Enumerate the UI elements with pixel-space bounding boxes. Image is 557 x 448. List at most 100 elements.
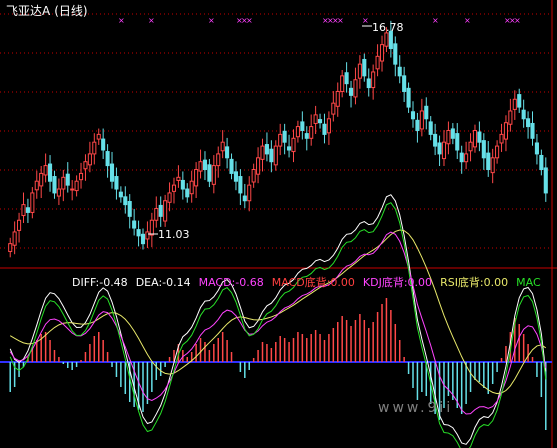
candle-body	[455, 133, 460, 151]
candle-body	[335, 90, 340, 107]
candle-body	[247, 184, 252, 202]
candle-body	[543, 167, 548, 194]
candle-body	[43, 165, 48, 176]
candle-body	[176, 176, 181, 181]
stock-chart-window: × × × × × × × × × × × × × × × × 飞亚达A (日线) 16.78 11.03 DI…	[0, 0, 557, 448]
candle-body	[508, 110, 513, 125]
candle-body	[136, 229, 141, 237]
candle-body	[366, 78, 371, 89]
candle-body	[273, 145, 278, 166]
candle-body	[149, 219, 154, 236]
candle-body	[472, 129, 478, 148]
candle-body	[539, 154, 544, 171]
candle-body	[278, 133, 283, 147]
candle-body	[114, 176, 119, 190]
candle-body	[348, 87, 354, 96]
candle-body	[8, 243, 13, 252]
candle-body	[481, 140, 486, 159]
candle-body	[410, 111, 416, 120]
candle-body	[256, 157, 261, 175]
candle-body	[375, 55, 380, 70]
price-low-label: 11.03	[158, 228, 190, 241]
candle-body	[189, 180, 194, 195]
candle-body	[52, 176, 57, 194]
candle-body	[216, 153, 221, 167]
candle-body	[534, 142, 539, 155]
chart-title: 飞亚达A (日线)	[6, 2, 88, 19]
candle-body	[74, 180, 79, 192]
candle-body	[185, 188, 190, 198]
candle-body	[300, 121, 305, 131]
candle-body	[194, 169, 199, 187]
legend-kdj_div: KDJ底背:0.00	[362, 276, 433, 289]
candle-body	[25, 207, 30, 213]
candle-body	[340, 75, 345, 92]
candle-body	[499, 133, 504, 144]
signal-marker: ×	[464, 16, 471, 25]
candle-body	[450, 128, 455, 139]
candle-body	[78, 172, 84, 181]
candle-body	[171, 184, 177, 192]
candle-body	[260, 145, 265, 160]
candle-body	[264, 144, 269, 155]
candle-body	[304, 133, 309, 139]
candle-body	[92, 141, 97, 155]
candle-body	[154, 208, 159, 221]
candle-body	[295, 126, 300, 138]
chart-canvas[interactable]: × × × ××× ×××× × × × ×××	[0, 0, 557, 448]
candle-body	[12, 231, 17, 246]
candle-body	[402, 75, 407, 92]
candle-body	[34, 180, 39, 191]
legend-diff: DIFF:-0.48	[72, 276, 128, 289]
candle-body	[251, 169, 256, 183]
candle-body	[70, 188, 75, 191]
candle-body	[357, 63, 362, 79]
candle-body	[233, 171, 239, 182]
candle-body	[526, 118, 531, 128]
candle-body	[419, 110, 424, 130]
candle-body	[48, 163, 53, 182]
candle-body	[468, 141, 473, 152]
candle-body	[145, 231, 150, 240]
candle-body	[318, 119, 323, 124]
period-label: (日线)	[54, 4, 88, 18]
candle-body	[132, 220, 137, 229]
candle-body	[127, 201, 132, 217]
candle-body	[87, 153, 92, 166]
candle-body	[326, 118, 331, 134]
candle-body	[180, 179, 185, 190]
signal-marker: ×	[362, 16, 369, 25]
candle-body	[459, 152, 464, 163]
candle-body	[441, 141, 447, 160]
candle-body	[242, 195, 247, 202]
candle-body	[309, 126, 314, 139]
signal-marker: ×	[514, 16, 521, 25]
candle-body	[96, 133, 101, 140]
signal-marker: ×	[432, 16, 439, 25]
legend-mac: MAC	[516, 276, 541, 289]
candle-body	[229, 158, 234, 174]
candle-body	[291, 137, 296, 153]
signal-marker: ×	[208, 16, 215, 25]
signal-marker: ×	[148, 16, 155, 25]
legend-macd_div: MACD底背:0.00	[271, 276, 355, 289]
candle-body	[517, 94, 522, 108]
candle-body	[282, 130, 287, 143]
candle-body	[269, 148, 274, 163]
candle-body	[101, 138, 106, 151]
candle-body	[39, 172, 44, 187]
candle-body	[65, 173, 70, 186]
candle-body	[384, 32, 389, 47]
legend-macd: MACD:-0.68	[198, 276, 264, 289]
candle-body	[238, 176, 243, 194]
candle-body	[415, 119, 420, 131]
candle-body	[331, 102, 336, 115]
candle-body	[464, 153, 469, 163]
legend-rsi_div: RSI底背:0.00	[440, 276, 509, 289]
signal-marker: ×	[118, 16, 125, 25]
candle-body	[123, 196, 128, 206]
candle-body	[167, 192, 172, 203]
candle-body	[105, 151, 110, 167]
candle-body	[486, 152, 491, 171]
candle-body	[512, 98, 517, 110]
